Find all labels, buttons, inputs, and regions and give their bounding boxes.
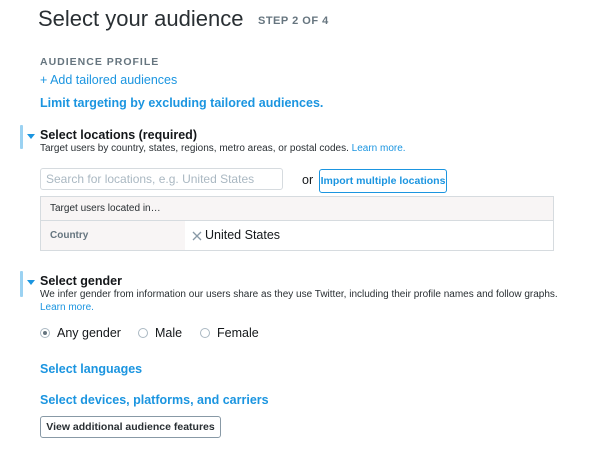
radio-button[interactable]: [200, 328, 210, 338]
import-multiple-locations-button[interactable]: Import multiple locations: [319, 169, 447, 193]
locations-description-text: Target users by country, states, regions…: [40, 143, 349, 154]
select-languages-link[interactable]: Select languages: [40, 362, 142, 376]
gender-learn-more-link[interactable]: Learn more.: [40, 302, 94, 313]
limit-targeting-link[interactable]: Limit targeting by excluding tailored au…: [40, 96, 323, 110]
gender-option-any[interactable]: Any gender: [40, 325, 121, 341]
gender-option-male[interactable]: Male: [138, 325, 182, 341]
gender-description: We infer gender from information our use…: [40, 288, 560, 314]
locations-description: Target users by country, states, regions…: [40, 142, 570, 155]
row-value: United States: [205, 228, 281, 242]
chevron-down-icon[interactable]: [27, 280, 35, 285]
locations-learn-more-link[interactable]: Learn more.: [352, 143, 406, 154]
section-indicator-bar: [20, 125, 23, 149]
location-search-input[interactable]: [40, 168, 283, 190]
radio-label: Male: [155, 326, 183, 340]
step-indicator: STEP 2 OF 4: [258, 15, 329, 27]
targeted-locations-table: Target users located in… Country United …: [40, 196, 554, 251]
or-text: or: [302, 173, 314, 187]
radio-label: Female: [217, 326, 259, 340]
gender-option-female[interactable]: Female: [200, 325, 259, 341]
locations-heading: Select locations (required): [40, 128, 197, 142]
radio-button[interactable]: [40, 328, 50, 338]
close-icon[interactable]: [191, 229, 203, 241]
add-tailored-audiences-link[interactable]: + Add tailored audiences: [40, 73, 177, 87]
table-row: Country United States: [41, 221, 553, 250]
gender-description-text: We infer gender from information our use…: [40, 289, 558, 300]
gender-heading: Select gender: [40, 274, 122, 288]
view-additional-features-button[interactable]: View additional audience features: [40, 416, 221, 438]
row-label: Country: [41, 221, 185, 250]
chevron-down-icon[interactable]: [27, 134, 35, 139]
section-indicator-bar: [20, 271, 23, 297]
table-header: Target users located in…: [41, 197, 553, 221]
radio-label: Any gender: [57, 326, 121, 340]
audience-profile-label: AUDIENCE PROFILE: [40, 56, 160, 68]
select-devices-link[interactable]: Select devices, platforms, and carriers: [40, 393, 269, 407]
radio-button[interactable]: [138, 328, 148, 338]
page-title: Select your audience: [38, 6, 244, 31]
